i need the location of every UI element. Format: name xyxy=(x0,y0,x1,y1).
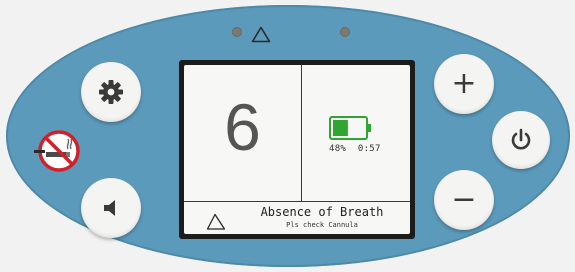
no-smoking-icon xyxy=(37,129,81,177)
setting-value: 6 xyxy=(224,90,261,164)
lcd-horizontal-divider xyxy=(184,201,410,202)
alarm-title: Absence of Breath xyxy=(260,205,384,219)
alarm-led xyxy=(233,28,241,36)
battery-readout: 48% 0:57 xyxy=(329,144,381,154)
minus-icon: − xyxy=(451,182,477,217)
power-icon xyxy=(511,128,531,150)
alarm-triangle-icon xyxy=(206,213,226,235)
lcd-display: 6 48% 0:57 Absence of Breath Pls check C… xyxy=(184,65,410,234)
increase-button[interactable]: + xyxy=(434,54,494,114)
speaker-icon xyxy=(104,200,115,216)
plus-icon: + xyxy=(451,66,477,101)
volume-button[interactable] xyxy=(81,178,141,238)
gear-icon xyxy=(99,80,123,104)
alarm-warning-icon xyxy=(251,26,271,47)
lcd-vertical-divider xyxy=(301,65,302,201)
settings-button[interactable] xyxy=(81,62,141,122)
power-button[interactable] xyxy=(492,111,550,169)
lcd-screen: 6 48% 0:57 Absence of Breath Pls check C… xyxy=(179,60,415,239)
alarm-subtitle: Pls check Cannula xyxy=(286,221,358,229)
reduce-dash-mark xyxy=(34,150,45,153)
status-led xyxy=(341,28,349,36)
battery-percent: 48% xyxy=(329,144,347,154)
battery-time: 0:57 xyxy=(357,144,381,154)
battery-level-fill xyxy=(333,120,348,136)
device-control-panel: 6 48% 0:57 Absence of Breath Pls check C… xyxy=(6,5,570,267)
decrease-button[interactable]: − xyxy=(434,170,494,230)
battery-icon xyxy=(329,116,373,144)
